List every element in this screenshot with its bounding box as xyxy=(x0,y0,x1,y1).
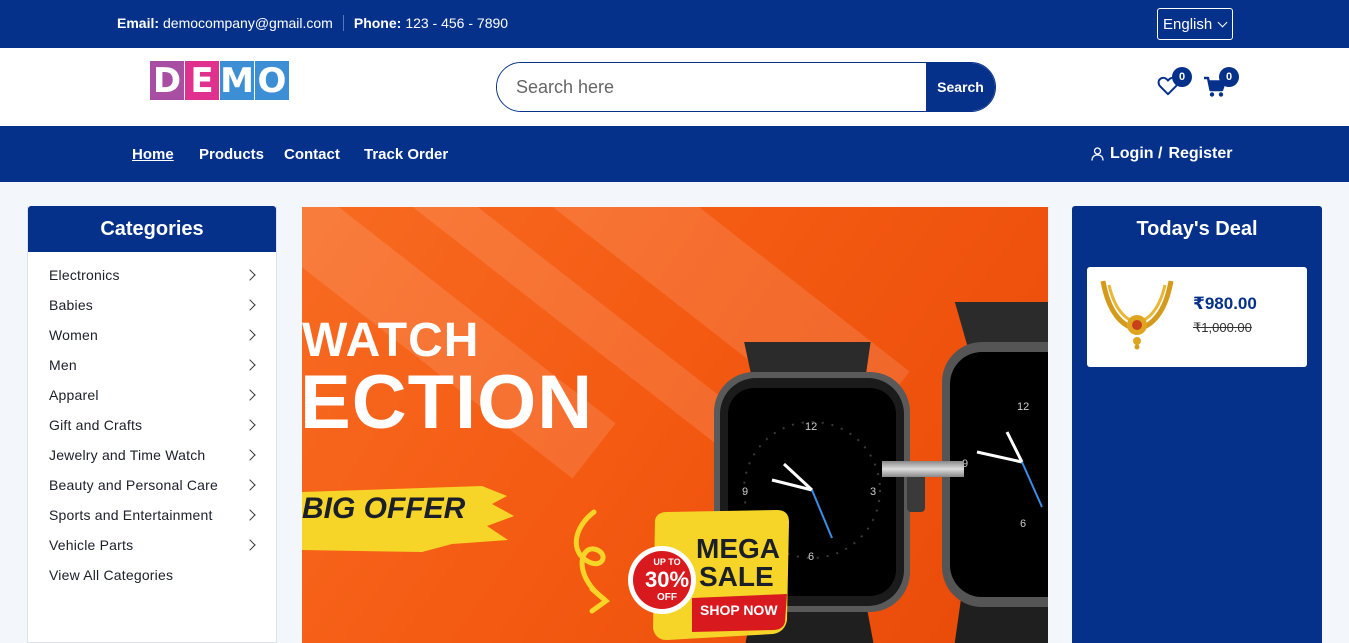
contact-info: Email: democompany@gmail.com Phone: 123 … xyxy=(117,15,508,31)
main-nav: Home Products Contact Track Order Login … xyxy=(0,126,1349,182)
search-input[interactable] xyxy=(497,63,926,111)
banner-headline-2: ECTION xyxy=(302,360,594,445)
deal-old-price: ₹1,000.00 xyxy=(1193,320,1252,335)
wishlist-count-badge: 0 xyxy=(1172,67,1192,87)
category-label: Apparel xyxy=(49,387,99,403)
user-icon xyxy=(1091,147,1104,161)
phone-label: Phone: xyxy=(353,15,402,31)
category-label: Babies xyxy=(49,297,94,313)
chevron-right-icon xyxy=(244,419,256,431)
search-bar: Search xyxy=(496,62,996,112)
chevron-right-icon xyxy=(244,359,256,371)
cart-count-badge: 0 xyxy=(1219,67,1239,87)
category-item-vehicle-parts[interactable]: Vehicle Parts xyxy=(28,530,276,560)
view-all-label: View All Categories xyxy=(49,567,174,583)
category-label: Gift and Crafts xyxy=(49,417,143,433)
svg-text:6: 6 xyxy=(1020,518,1026,530)
shop-now-text: SHOP NOW xyxy=(700,602,778,618)
view-all-categories-link[interactable]: View All Categories xyxy=(28,560,276,590)
watch-strap-link xyxy=(882,461,964,477)
chevron-right-icon xyxy=(244,269,256,281)
category-label: Jewelry and Time Watch xyxy=(49,447,206,463)
category-item-apparel[interactable]: Apparel xyxy=(28,380,276,410)
phone-value[interactable]: 123 - 456 - 7890 xyxy=(405,15,508,31)
deal-product-card[interactable]: ₹980.00 ₹1,000.00 xyxy=(1087,267,1307,367)
language-select[interactable]: English xyxy=(1157,8,1233,40)
auth-links: Login / Register xyxy=(1091,145,1232,163)
logo-letter: E xyxy=(185,61,219,101)
chevron-right-icon xyxy=(244,509,256,521)
category-item-men[interactable]: Men xyxy=(28,350,276,380)
category-list: Electronics Babies Women Men Apparel Gif… xyxy=(28,252,276,590)
nav-item-home[interactable]: Home xyxy=(132,146,174,163)
hero-banner[interactable]: WATCH ECTION BIG OFFER 12 3 6 9 12 9 6 U… xyxy=(302,207,1048,643)
chevron-right-icon xyxy=(244,329,256,341)
mega-text: MEGA xyxy=(696,533,780,564)
logo[interactable]: D E M O xyxy=(150,60,289,101)
categories-panel: Categories Electronics Babies Women Men … xyxy=(27,206,277,643)
chevron-right-icon xyxy=(244,479,256,491)
category-label: Vehicle Parts xyxy=(49,537,134,553)
sale-upto-text: UP TO xyxy=(653,557,681,567)
chevron-right-icon xyxy=(244,389,256,401)
category-item-electronics[interactable]: Electronics xyxy=(28,260,276,290)
chevron-right-icon xyxy=(244,539,256,551)
category-item-beauty-and-personal-care[interactable]: Beauty and Personal Care xyxy=(28,470,276,500)
category-label: Men xyxy=(49,357,77,373)
svg-text:12: 12 xyxy=(805,421,817,433)
chevron-down-icon xyxy=(1217,17,1228,28)
category-item-babies[interactable]: Babies xyxy=(28,290,276,320)
necklace-product-image xyxy=(1100,280,1174,350)
arrow-graphic xyxy=(573,509,611,614)
category-item-jewelry-and-time-watch[interactable]: Jewelry and Time Watch xyxy=(28,440,276,470)
email-label: Email: xyxy=(117,15,160,31)
category-label: Electronics xyxy=(49,267,120,283)
category-item-sports-and-entertainment[interactable]: Sports and Entertainment xyxy=(28,500,276,530)
sale-text: SALE xyxy=(699,561,774,592)
svg-text:9: 9 xyxy=(742,486,748,498)
divider xyxy=(342,15,344,31)
nav-item-contact[interactable]: Contact xyxy=(284,146,340,163)
svg-text:12: 12 xyxy=(1017,401,1029,413)
nav-item-products[interactable]: Products xyxy=(199,146,264,163)
deal-price: ₹980.00 xyxy=(1193,294,1257,313)
category-label: Beauty and Personal Care xyxy=(49,477,219,493)
category-label: Women xyxy=(49,327,98,343)
todays-deal-panel: Today's Deal ₹980.00 ₹1,000.00 xyxy=(1072,206,1322,643)
logo-letter: O xyxy=(255,61,289,101)
chevron-right-icon xyxy=(244,299,256,311)
login-link[interactable]: Login / xyxy=(1110,145,1162,163)
category-item-women[interactable]: Women xyxy=(28,320,276,350)
svg-text:3: 3 xyxy=(870,486,876,498)
chevron-right-icon xyxy=(244,449,256,461)
category-item-gift-and-crafts[interactable]: Gift and Crafts xyxy=(28,410,276,440)
language-value: English xyxy=(1163,15,1213,33)
category-label: Sports and Entertainment xyxy=(49,507,213,523)
categories-title: Categories xyxy=(28,206,276,252)
banner-offer-text: BIG OFFER xyxy=(302,492,466,525)
nav-item-track-order[interactable]: Track Order xyxy=(364,146,448,163)
register-link[interactable]: Register xyxy=(1168,145,1232,163)
logo-letter: M xyxy=(220,60,254,101)
email-value[interactable]: democompany@gmail.com xyxy=(163,15,333,31)
todays-deal-title: Today's Deal xyxy=(1136,217,1258,240)
logo-letter: D xyxy=(150,61,184,101)
sale-off-text: OFF xyxy=(657,592,677,603)
sale-percent-text: 30% xyxy=(644,567,690,592)
top-bar: Email: democompany@gmail.com Phone: 123 … xyxy=(0,0,1349,48)
search-button[interactable]: Search xyxy=(926,63,995,111)
header: D E M O Search 0 0 xyxy=(0,48,1349,126)
svg-text:6: 6 xyxy=(808,551,814,563)
